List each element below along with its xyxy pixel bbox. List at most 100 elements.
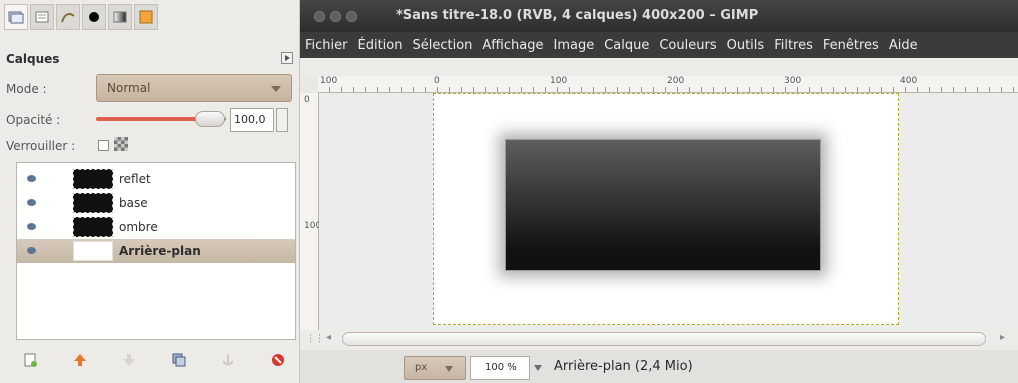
channels-icon <box>35 11 49 23</box>
scroll-left-icon[interactable]: ◂ <box>326 332 331 343</box>
ruler-label: 200 <box>667 76 685 86</box>
layer-row[interactable]: base <box>17 191 295 215</box>
new-layer-icon <box>24 353 37 367</box>
menu-edition[interactable]: Édition <box>353 38 408 53</box>
chevron-down-icon <box>445 366 453 372</box>
minimize-window-button[interactable] <box>330 11 341 22</box>
panel-menu-button[interactable] <box>281 52 293 64</box>
delete-layer-button[interactable] <box>264 347 292 373</box>
menu-bar: Fichier Édition Sélection Affichage Imag… <box>300 32 1018 58</box>
layer-name: ombre <box>119 220 158 234</box>
eye-icon[interactable] <box>27 199 36 206</box>
chevron-down-icon[interactable] <box>534 365 542 371</box>
vertical-ruler[interactable]: 0 100 <box>300 93 321 330</box>
gradients-tab[interactable] <box>108 4 132 30</box>
gradient-icon <box>113 11 127 23</box>
delete-icon <box>271 354 284 366</box>
title-bar: *Sans titre-18.0 (RVB, 4 calques) 400x20… <box>300 0 1018 32</box>
opacity-spin-button[interactable] <box>276 108 288 132</box>
lower-layer-icon <box>123 354 136 366</box>
ruler-corner[interactable] <box>300 76 319 94</box>
mode-value: Normal <box>107 81 151 95</box>
horizontal-scroll-area: ⋮⋮ ◂ ▸ <box>300 330 1018 350</box>
ruler-label: 300 <box>784 76 802 86</box>
mode-label: Mode : <box>6 82 47 96</box>
menu-couleurs[interactable]: Couleurs <box>654 38 721 53</box>
horizontal-ruler[interactable]: 100 0 100 200 300 400 <box>318 76 1018 93</box>
image-boundary[interactable] <box>433 93 899 325</box>
chevron-down-icon <box>271 86 281 92</box>
brushes-tab[interactable] <box>82 4 106 30</box>
menu-outils[interactable]: Outils <box>722 38 770 53</box>
status-text: Arrière-plan (2,4 Mio) <box>554 359 693 374</box>
scroll-right-icon[interactable]: ▸ <box>1000 332 1005 343</box>
layer-name: Arrière-plan <box>119 244 201 258</box>
anchor-icon <box>222 354 235 366</box>
status-bar: px 100 % Arrière-plan (2,4 Mio) <box>300 350 1018 383</box>
menu-calque[interactable]: Calque <box>599 38 654 53</box>
dark-gradient-rectangle <box>505 139 821 271</box>
patterns-tab[interactable] <box>134 4 158 30</box>
raise-layer-button[interactable] <box>66 347 94 373</box>
menu-affichage[interactable]: Affichage <box>477 38 548 53</box>
eye-icon[interactable] <box>27 247 36 254</box>
lock-label: Verrouiller : <box>6 139 76 153</box>
layer-thumbnail <box>73 193 113 213</box>
canvas[interactable] <box>319 93 1018 330</box>
unit-dropdown[interactable]: px <box>404 356 466 380</box>
lock-alpha-icon[interactable] <box>114 137 128 151</box>
layers-list[interactable]: reflet base ombre Arrière-plan <box>16 162 296 340</box>
raise-layer-icon <box>73 354 86 366</box>
menu-fenetres[interactable]: Fenêtres <box>818 38 884 53</box>
channels-tab[interactable] <box>30 4 54 30</box>
menu-filtres[interactable]: Filtres <box>769 38 818 53</box>
layer-row[interactable]: Arrière-plan <box>17 239 295 263</box>
layer-thumbnail <box>73 217 113 237</box>
brush-icon <box>89 12 99 22</box>
paths-icon <box>61 13 75 23</box>
image-window: *Sans titre-18.0 (RVB, 4 calques) 400x20… <box>300 0 1018 383</box>
lock-pixels-checkbox[interactable] <box>98 140 109 151</box>
maximize-window-button[interactable] <box>346 11 357 22</box>
layer-toolbar <box>16 345 292 375</box>
lower-layer-button[interactable] <box>115 347 143 373</box>
layer-name: base <box>119 196 148 210</box>
layer-name: reflet <box>119 172 151 186</box>
window-title: *Sans titre-18.0 (RVB, 4 calques) 400x20… <box>396 8 759 23</box>
close-window-button[interactable] <box>314 11 325 22</box>
dock-tabs <box>4 4 158 34</box>
mode-dropdown[interactable]: Normal <box>96 74 292 102</box>
duplicate-layer-button[interactable] <box>165 347 193 373</box>
unit-value: px <box>415 362 428 373</box>
new-layer-button[interactable] <box>16 347 44 373</box>
layer-row[interactable]: reflet <box>17 167 295 191</box>
ruler-label: 0 <box>304 95 310 105</box>
horizontal-scrollbar[interactable] <box>342 332 986 346</box>
ruler-label: 100 <box>320 76 338 86</box>
opacity-input[interactable]: 100,0 <box>230 108 274 132</box>
opacity-label: Opacité : <box>6 113 61 127</box>
layers-dock: Calques Mode : Normal Opacité : 100,0 Ve… <box>0 0 300 383</box>
ruler-label: 400 <box>900 76 918 86</box>
zoom-input[interactable]: 100 % <box>470 356 530 380</box>
ruler-label: 100 <box>550 76 568 86</box>
layer-row[interactable]: ombre <box>17 215 295 239</box>
menu-aide[interactable]: Aide <box>884 38 923 53</box>
layers-tab[interactable] <box>4 4 28 30</box>
layer-thumbnail <box>73 241 113 261</box>
anchor-layer-button[interactable] <box>214 347 242 373</box>
layer-thumbnail <box>73 169 113 189</box>
eye-icon[interactable] <box>27 223 36 230</box>
layers-icon <box>8 11 24 24</box>
quick-mask-icon[interactable]: ⋮⋮ <box>306 334 324 344</box>
pattern-icon <box>139 10 153 24</box>
menu-fichier[interactable]: Fichier <box>300 38 353 53</box>
duplicate-layer-icon <box>172 353 186 367</box>
opacity-slider-handle[interactable] <box>195 111 225 127</box>
eye-icon[interactable] <box>27 175 36 182</box>
ruler-label: 0 <box>434 76 440 86</box>
paths-tab[interactable] <box>56 4 80 30</box>
panel-title: Calques <box>6 52 60 66</box>
menu-image[interactable]: Image <box>548 38 599 53</box>
menu-selection[interactable]: Sélection <box>407 38 477 53</box>
